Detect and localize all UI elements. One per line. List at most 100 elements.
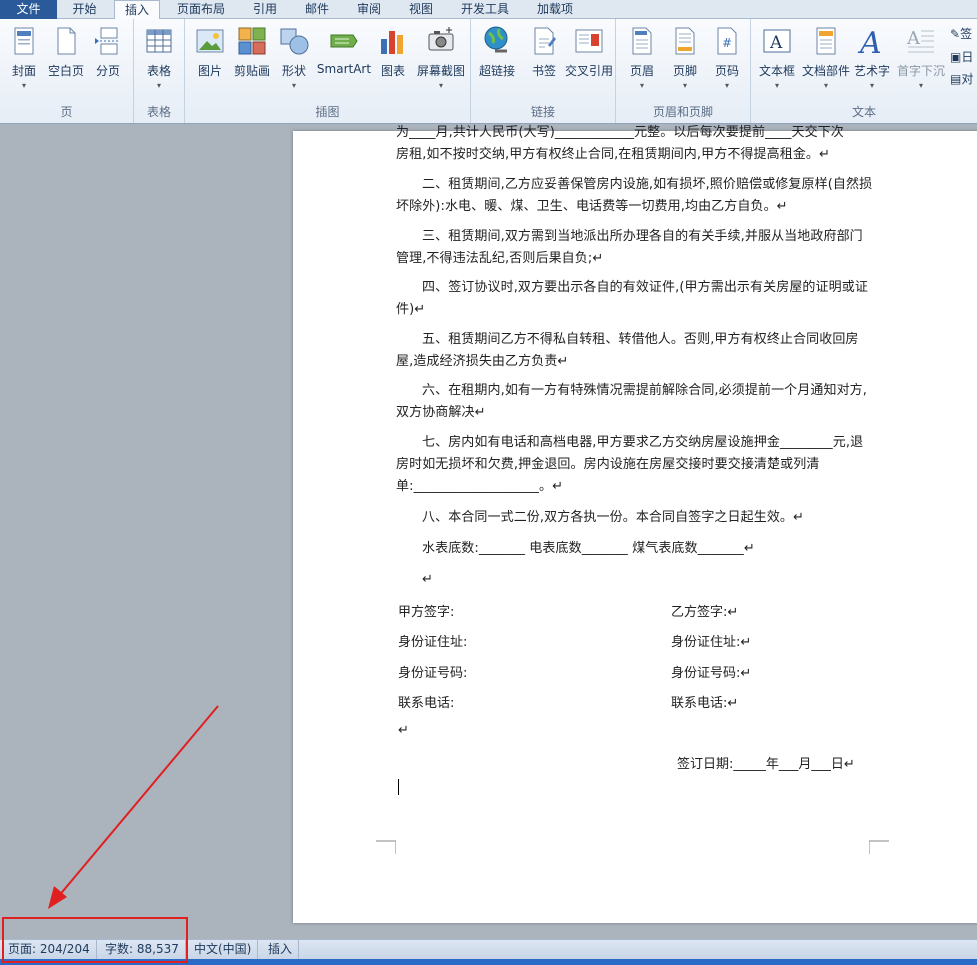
wordart-button[interactable]: A 艺术字 ▾ xyxy=(849,23,895,101)
tab-home[interactable]: 开始 xyxy=(57,0,112,19)
party-a-address-label[interactable]: 身份证住址: xyxy=(398,631,467,650)
paragraph-7[interactable]: 七、房内如有电话和高档电器,甲方要求乙方交纳房屋设施押金________元,退房… xyxy=(396,432,873,498)
party-b-id-label[interactable]: 身份证号码:↵ xyxy=(671,662,751,681)
chevron-down-icon: ▾ xyxy=(918,81,923,90)
date-time-button[interactable]: ▣日 xyxy=(950,48,973,66)
chevron-down-icon: ▾ xyxy=(291,81,296,90)
document-area[interactable]: 为____月,共计人民币(大写)____________元整。以后每次要提前__… xyxy=(0,125,977,939)
crop-mark-left xyxy=(376,840,396,854)
blank-page-icon xyxy=(57,27,76,55)
cover-page-button[interactable]: 封面 ▾ xyxy=(1,23,47,101)
signature-line-button[interactable]: ✎签 xyxy=(950,25,972,43)
blank-page-button[interactable]: 空白页 xyxy=(43,23,89,101)
status-language[interactable]: 中文(中国) xyxy=(188,940,259,959)
ribbon-insert: 封面 ▾ 空白页 分页 页 表格 ▾ 表格 图片 剪贴画 形状 ▾ SmartA… xyxy=(0,19,977,124)
pen-icon: ✎ xyxy=(950,27,961,41)
paragraph-3[interactable]: 三、租赁期间,双方需到当地派出所办理各自的有关手续,并服从当地政府部门管理,不得… xyxy=(396,226,873,270)
smartart-button[interactable]: SmartArt xyxy=(316,23,372,101)
table-icon xyxy=(146,29,172,53)
group-label-links: 链接 xyxy=(530,105,555,119)
paragraph-rent-continuation[interactable]: 房租,如不按时交纳,甲方有权终止合同,在租赁期间内,甲方不得提高租金。↵ xyxy=(396,144,873,166)
paragraph-6[interactable]: 六、在租期内,如有一方有特殊情况需提前解除合同,必须提前一个月通知对方,双方协商… xyxy=(396,380,873,424)
group-label-header-footer: 页眉和页脚 xyxy=(652,105,713,119)
svg-text:#: # xyxy=(722,36,732,50)
bookmark-button[interactable]: 书签 xyxy=(521,23,567,101)
chevron-down-icon: ▾ xyxy=(639,81,644,90)
quick-parts-button[interactable]: 文档部件 ▾ xyxy=(801,23,851,101)
group-pages: 封面 ▾ 空白页 分页 页 xyxy=(0,19,134,123)
screenshot-button[interactable]: 屏幕截图 ▾ xyxy=(415,23,467,101)
picture-button[interactable]: 图片 xyxy=(187,23,233,101)
footer-icon xyxy=(675,27,695,55)
annotation-highlight-box xyxy=(2,917,188,963)
tab-file[interactable]: 文件 xyxy=(0,0,57,19)
group-tables: 表格 ▾ 表格 xyxy=(134,19,185,123)
header-button[interactable]: 页眉 ▾ xyxy=(619,23,665,101)
party-a-id-label[interactable]: 身份证号码: xyxy=(398,662,467,681)
party-b-phone-label[interactable]: 联系电话:↵ xyxy=(671,692,738,711)
svg-text:A: A xyxy=(906,28,921,49)
clip-art-icon xyxy=(238,27,266,55)
shapes-icon xyxy=(280,28,309,55)
drop-cap-button[interactable]: A 首字下沉 ▾ xyxy=(895,23,947,101)
text-box-icon: A xyxy=(763,29,791,53)
quick-parts-icon xyxy=(816,27,836,55)
cover-page-icon xyxy=(14,27,34,55)
group-text: A 文本框 ▾ 文档部件 ▾ A 艺术字 ▾ A 首字下沉 ▾ 文本 xyxy=(751,19,977,123)
empty-paragraph-mark[interactable]: ↵ xyxy=(398,723,409,738)
document-page[interactable]: 为____月,共计人民币(大写)____________元整。以后每次要提前__… xyxy=(293,125,977,923)
chart-button[interactable]: 图表 xyxy=(370,23,416,101)
page-number-icon: # xyxy=(717,27,737,55)
tab-view[interactable]: 视图 xyxy=(396,0,446,19)
group-label-pages: 页 xyxy=(60,105,73,119)
shapes-button[interactable]: 形状 ▾ xyxy=(271,23,317,101)
group-header-footer: 页眉 ▾ 页脚 ▾ # 页码 ▾ 页眉和页脚 xyxy=(616,19,751,123)
hyperlink-button[interactable]: 超链接 xyxy=(473,23,521,101)
table-button[interactable]: 表格 ▾ xyxy=(136,23,182,101)
party-b-signature-label[interactable]: 乙方签字:↵ xyxy=(671,601,738,620)
wordart-icon: A xyxy=(857,26,882,57)
object-button[interactable]: ▤对 xyxy=(950,70,973,88)
smartart-icon xyxy=(330,34,358,48)
tab-mailings[interactable]: 邮件 xyxy=(292,0,342,19)
paragraph-empty[interactable]: ↵ xyxy=(396,569,873,591)
group-illustrations: 图片 剪贴画 形状 ▾ SmartArt 图表 屏幕截图 ▾ 插图 xyxy=(185,19,471,123)
chevron-down-icon: ▾ xyxy=(156,81,161,90)
tab-addins[interactable]: 加载项 xyxy=(524,0,586,19)
tab-page-layout[interactable]: 页面布局 xyxy=(165,0,237,19)
tab-developer[interactable]: 开发工具 xyxy=(450,0,520,19)
header-icon xyxy=(632,27,652,55)
tab-insert[interactable]: 插入 xyxy=(114,0,160,20)
signing-date-line[interactable]: 签订日期:_____年___月___日↵ xyxy=(677,753,855,772)
page-number-button[interactable]: # 页码 ▾ xyxy=(704,23,750,101)
chevron-down-icon: ▾ xyxy=(724,81,729,90)
paragraph-8[interactable]: 八、本合同一式二份,双方各执一份。本合同自签字之日起生效。↵ xyxy=(396,507,873,529)
party-a-phone-label[interactable]: 联系电话: xyxy=(398,692,454,711)
group-label-tables: 表格 xyxy=(146,105,171,119)
cross-reference-button[interactable]: 交叉引用 xyxy=(563,23,615,101)
paragraph-2[interactable]: 二、租赁期间,乙方应妥善保管房内设施,如有损坏,照价赔偿或修复原样(自然损坏除外… xyxy=(396,174,873,218)
chart-icon xyxy=(381,31,403,54)
cross-reference-icon xyxy=(575,29,603,53)
chevron-down-icon: ▾ xyxy=(823,81,828,90)
party-b-address-label[interactable]: 身份证住址:↵ xyxy=(671,631,751,650)
svg-text:A: A xyxy=(857,26,882,57)
tab-review[interactable]: 审阅 xyxy=(344,0,394,19)
group-links: 超链接 书签 交叉引用 链接 xyxy=(471,19,616,123)
chevron-down-icon: ▾ xyxy=(774,81,779,90)
object-icon: ▤ xyxy=(950,72,962,86)
ribbon-tab-bar: 文件 开始 插入 页面布局 引用 邮件 审阅 视图 开发工具 加载项 xyxy=(0,0,977,20)
paragraph-meter-readings[interactable]: 水表底数:_______ 电表底数_______ 煤气表底数_______↵ xyxy=(396,538,873,560)
chevron-down-icon: ▾ xyxy=(438,81,443,90)
status-insert-mode[interactable]: 插入 xyxy=(262,940,300,959)
page-break-button[interactable]: 分页 xyxy=(85,23,131,101)
screenshot-icon xyxy=(428,27,454,51)
tab-references[interactable]: 引用 xyxy=(240,0,290,19)
paragraph-4[interactable]: 四、签订协议时,双方要出示各自的有效证件,(甲方需出示有关房屋的证明或证件)↵ xyxy=(396,277,873,321)
clip-art-button[interactable]: 剪贴画 xyxy=(229,23,275,101)
paragraph-fee-partial[interactable]: 为____月,共计人民币(大写)____________元整。以后每次要提前__… xyxy=(396,122,873,144)
footer-button[interactable]: 页脚 ▾ xyxy=(662,23,708,101)
paragraph-5[interactable]: 五、租赁期间乙方不得私自转租、转借他人。否则,甲方有权终止合同收回房屋,造成经济… xyxy=(396,329,873,373)
party-a-signature-label[interactable]: 甲方签字: xyxy=(398,601,454,620)
text-box-button[interactable]: A 文本框 ▾ xyxy=(753,23,801,101)
